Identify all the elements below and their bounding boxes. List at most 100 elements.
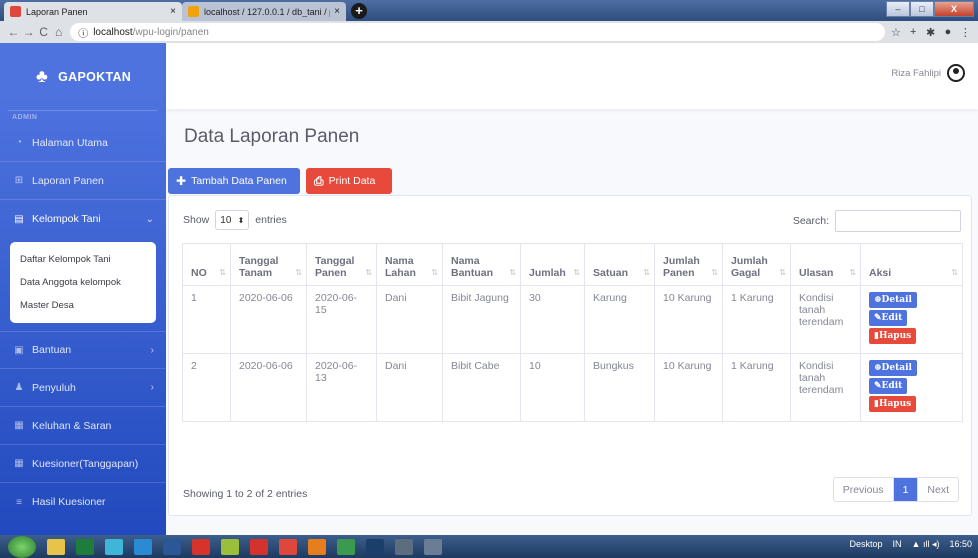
search-label: Search: <box>792 215 829 227</box>
column-header-nama-lahan[interactable]: Nama Lahan ⇅ <box>376 243 443 286</box>
sidebar-item-kuesioner[interactable]: ▦ Kuesioner(Tanggapan) <box>0 445 166 483</box>
sidebar-item-penyuluh[interactable]: ♟ Penyuluh › <box>0 369 166 407</box>
tab-close-icon[interactable]: × <box>334 6 340 17</box>
submenu-item-daftar-kelompok-tani[interactable]: Daftar Kelompok Tani <box>10 248 156 271</box>
desktop-label[interactable]: Desktop <box>850 539 883 550</box>
notepad-taskbar-icon[interactable] <box>221 538 239 555</box>
puzzle-icon[interactable]: ✱ <box>924 26 937 39</box>
close-window-button[interactable]: X <box>934 1 974 17</box>
topbar: Riza Fahlipi <box>166 43 978 109</box>
column-header-ulasan[interactable]: Ulasan ⇅ <box>790 243 861 286</box>
column-header-aksi[interactable]: Aksi ⇅ <box>860 243 963 286</box>
cell-nama-lahan: Dani <box>376 353 443 422</box>
add-extension-icon[interactable]: + <box>907 26 920 38</box>
search-control: Search: <box>793 210 961 232</box>
sort-icon: ⇅ <box>711 268 718 277</box>
sidebar-item-label: Hasil Kuesioner <box>32 496 106 508</box>
home-icon[interactable]: ⌂ <box>51 25 66 39</box>
app-taskbar-icon[interactable] <box>192 538 210 555</box>
chevron-right-icon: › <box>150 382 154 393</box>
phpmyadmin-favicon-icon <box>188 6 199 17</box>
word-taskbar-icon[interactable] <box>163 538 181 555</box>
sidebar-item-keluhan-saran[interactable]: ▦ Keluhan & Saran <box>0 407 166 445</box>
sidebar-item-label: Keluhan & Saran <box>32 419 112 432</box>
sidebar-item-hasil-kuesioner[interactable]: ≡ Hasil Kuesioner <box>0 483 166 521</box>
terminal-taskbar-icon[interactable] <box>395 538 413 555</box>
submenu-item-data-anggota[interactable]: Data Anggota kelompok <box>10 271 156 294</box>
column-header-satuan[interactable]: Satuan ⇅ <box>584 243 655 286</box>
column-header-jumlah[interactable]: Jumlah ⇅ <box>520 243 585 286</box>
column-header-no[interactable]: NO ⇅ <box>182 243 231 286</box>
reload-icon[interactable]: C <box>36 25 51 39</box>
submenu-item-master-desa[interactable]: Master Desa <box>10 294 156 317</box>
detail-button[interactable]: ⊕Detail <box>869 292 917 308</box>
explorer-taskbar-icon[interactable] <box>47 538 65 555</box>
delete-button[interactable]: ▮Hapus <box>869 328 917 344</box>
add-data-label: Tambah Data Panen <box>191 175 287 187</box>
detail-button[interactable]: ⊕Detail <box>869 360 917 376</box>
sort-icon: ⇅ <box>219 268 226 277</box>
pagination-page-1[interactable]: 1 <box>893 478 919 501</box>
pagination-next[interactable]: Next <box>918 478 958 501</box>
clock[interactable]: 16:50 <box>949 539 972 550</box>
browser-tab-phpmyadmin[interactable]: localhost / 127.0.0.1 / db_tani / p × <box>182 2 346 21</box>
chrome-taskbar-icon[interactable] <box>337 538 355 555</box>
url-field[interactable]: ⓘ localhost/wpu-login/panen <box>70 23 886 41</box>
cell-jumlah-gagal: 1 Karung <box>722 353 791 422</box>
edit-button[interactable]: ✎Edit <box>869 310 908 326</box>
window-controls: – □ X <box>886 1 974 17</box>
forward-arrow-icon[interactable]: → <box>21 25 36 39</box>
column-header-jumlah-panen[interactable]: Jumlah Panen ⇅ <box>654 243 723 286</box>
plus-icon: ✚ <box>176 174 187 188</box>
pagination-previous[interactable]: Previous <box>834 478 894 501</box>
cell-satuan: Karung <box>584 285 655 354</box>
firefox-taskbar-icon[interactable] <box>308 538 326 555</box>
add-data-button[interactable]: ✚ Tambah Data Panen <box>168 168 300 194</box>
print-data-button[interactable]: ⎙ Print Data <box>306 168 392 194</box>
vscode-taskbar-icon[interactable] <box>134 538 152 555</box>
signal-volume-icon[interactable]: ▲ ıll ◂) <box>912 539 940 550</box>
cell-aksi: ⊕Detail ✎Edit ▮Hapus <box>860 285 963 354</box>
delete-button[interactable]: ▮Hapus <box>869 396 917 412</box>
app2-taskbar-icon[interactable] <box>279 538 297 555</box>
sidebar-item-kelompok-tani[interactable]: ▤ Kelompok Tani ⌄ <box>0 200 166 238</box>
back-arrow-icon[interactable]: ← <box>6 25 21 39</box>
user-menu[interactable]: Riza Fahlipi <box>891 64 965 82</box>
info-icon[interactable]: ⓘ <box>78 25 88 40</box>
profile-avatar-icon[interactable]: ● <box>941 26 954 38</box>
cell-tanggal-tanam: 2020-06-06 <box>230 353 307 422</box>
pdf-taskbar-icon[interactable] <box>250 538 268 555</box>
column-header-tanggal-tanam[interactable]: Tanggal Tanam ⇅ <box>230 243 307 286</box>
entries-select[interactable]: 10 ⬍ <box>215 210 250 230</box>
tab-title: Laporan Panen <box>26 6 88 17</box>
sort-icon: ⇅ <box>431 268 438 277</box>
language-indicator[interactable]: IN <box>893 539 902 550</box>
search-input[interactable] <box>835 210 961 232</box>
minimize-button[interactable]: – <box>886 1 910 17</box>
edit-button[interactable]: ✎Edit <box>869 378 908 394</box>
cell-tanggal-tanam: 2020-06-06 <box>230 285 307 354</box>
tab-close-icon[interactable]: × <box>170 6 176 17</box>
sidebar-item-label: Kelompok Tani <box>32 213 101 225</box>
sort-icon: ⇅ <box>573 268 580 277</box>
star-icon[interactable]: ☆ <box>889 26 902 39</box>
chrome2-taskbar-icon[interactable] <box>424 538 442 555</box>
brand[interactable]: ♣ GAPOKTAN <box>8 43 158 111</box>
table-icon: ▦ <box>14 458 24 469</box>
column-header-tanggal-panen[interactable]: Tanggal Panen ⇅ <box>306 243 377 286</box>
menu-dots-icon[interactable]: ⋮ <box>959 26 972 39</box>
column-header-nama-bantuan[interactable]: Nama Bantuan ⇅ <box>442 243 521 286</box>
photoshop-taskbar-icon[interactable] <box>366 538 384 555</box>
panen-table: NO ⇅ Tanggal Tanam ⇅ Tanggal Panen ⇅ Nama L… <box>182 243 963 422</box>
maximize-button[interactable]: □ <box>910 1 934 17</box>
excel-taskbar-icon[interactable] <box>76 538 94 555</box>
start-button[interactable] <box>8 535 36 558</box>
column-header-jumlah-gagal[interactable]: Jumlah Gagal ⇅ <box>722 243 791 286</box>
network-taskbar-icon[interactable] <box>105 538 123 555</box>
entries-label: entries <box>255 214 287 226</box>
new-tab-button[interactable]: + <box>351 3 367 19</box>
sidebar-item-laporan-panen[interactable]: ⊞ Laporan Panen <box>0 162 166 200</box>
sidebar-item-bantuan[interactable]: ▣ Bantuan › <box>0 331 166 369</box>
browser-tab-laporan-panen[interactable]: Laporan Panen × <box>4 2 182 21</box>
sidebar-item-halaman-utama[interactable]: ◔ Halaman Utama <box>0 124 166 162</box>
